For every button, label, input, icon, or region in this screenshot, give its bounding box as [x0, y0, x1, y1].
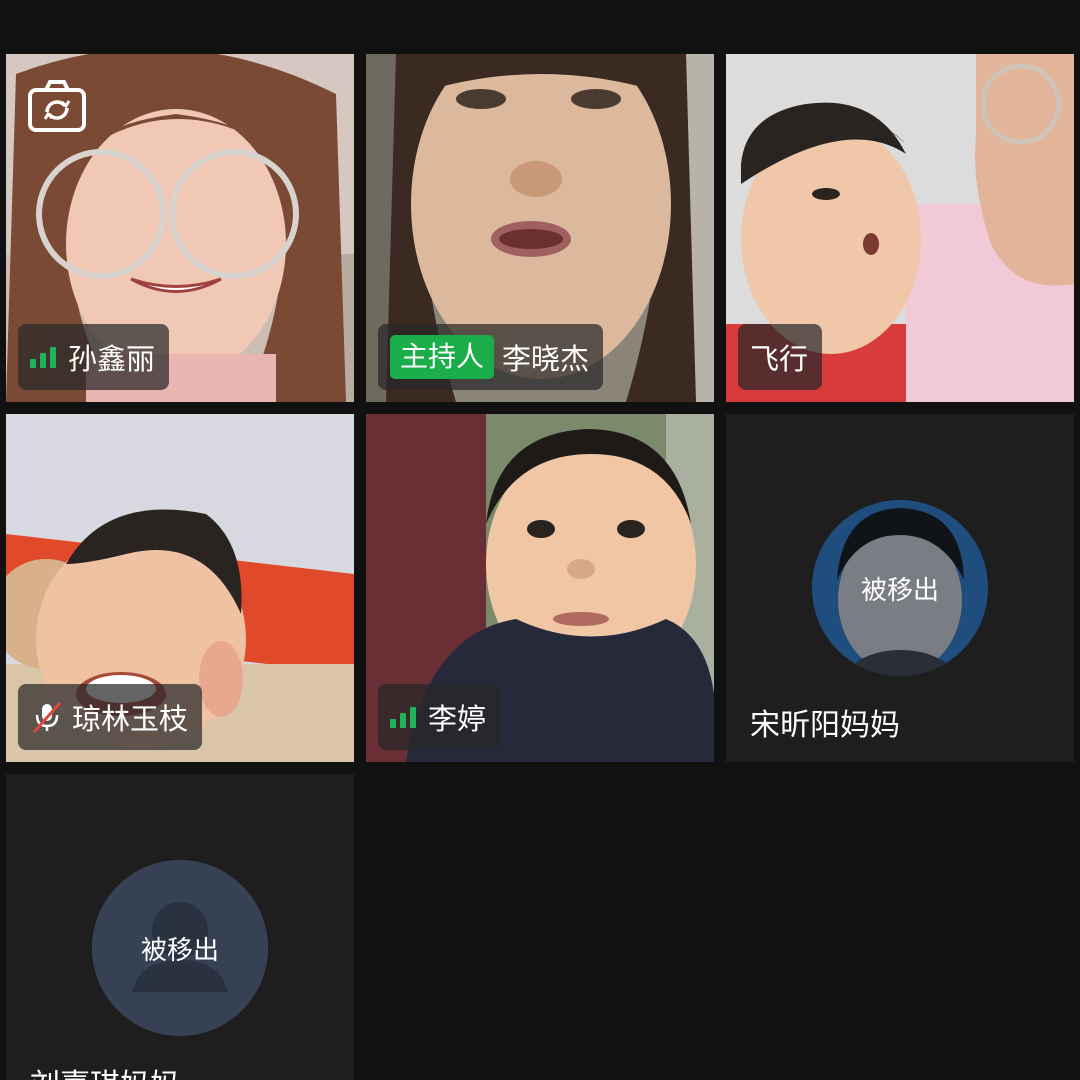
participant-name: 李晓杰: [502, 342, 590, 376]
camera-switch-icon[interactable]: [24, 72, 90, 138]
avatar: 被移出: [812, 500, 988, 676]
participant-tile[interactable]: 李婷: [366, 414, 714, 762]
name-tag: 飞行: [738, 324, 823, 390]
removed-status: 被移出: [140, 935, 219, 966]
removed-status: 被移出: [860, 575, 939, 606]
participant-name: 宋昕阳妈妈: [750, 708, 900, 743]
signal-bars-icon: [390, 706, 420, 728]
name-tag: 孙鑫丽: [18, 324, 170, 390]
participant-tile[interactable]: 琼林玉枝: [6, 414, 354, 762]
avatar: 被移出: [92, 860, 268, 1036]
name-tag: 主持人 李晓杰: [378, 324, 604, 390]
name-tag: 李婷: [378, 684, 501, 750]
meeting-grid: 孙鑫丽 主持人 李晓杰 飞行 琼林玉枝 李婷 被移出 宋昕阳妈妈 被移出: [0, 0, 1080, 1080]
participant-name: 刘嘉琪妈妈: [30, 1060, 180, 1080]
name-tag: 琼林玉枝: [18, 684, 203, 750]
participant-name: 孙鑫丽: [68, 342, 156, 376]
participant-tile[interactable]: 被移出 宋昕阳妈妈: [726, 414, 1074, 762]
host-badge: 主持人: [390, 335, 495, 379]
participant-name: 李婷: [428, 702, 487, 736]
participant-name: 琼林玉枝: [72, 702, 189, 736]
participant-tile[interactable]: 主持人 李晓杰: [366, 54, 714, 402]
participant-tile[interactable]: 孙鑫丽: [6, 54, 354, 402]
mic-muted-icon: [32, 701, 62, 734]
participant-name: 飞行: [750, 342, 809, 376]
signal-bars-icon: [30, 346, 60, 368]
participant-tile[interactable]: 被移出 刘嘉琪妈妈: [6, 774, 354, 1080]
participant-tile[interactable]: 飞行: [726, 54, 1074, 402]
